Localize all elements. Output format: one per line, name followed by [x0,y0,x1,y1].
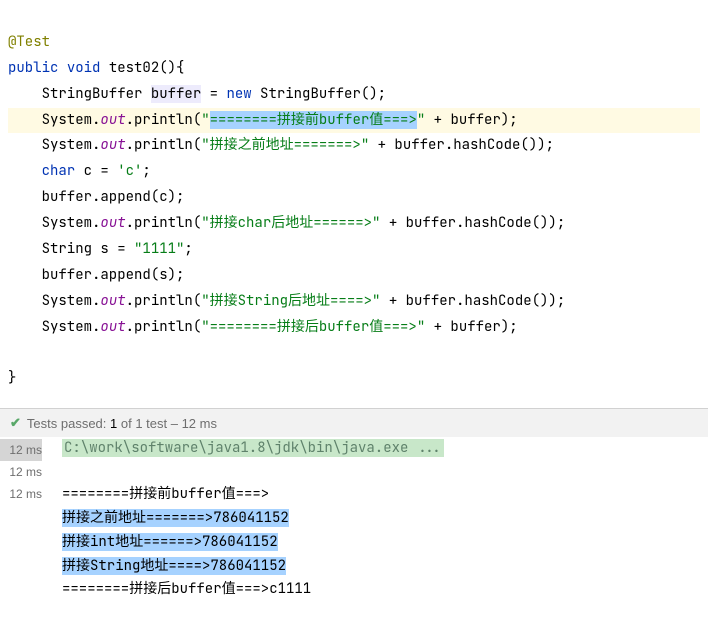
sys: System. [42,111,101,129]
out-field: out [100,292,125,310]
append-call: buffer.append(s); [42,266,185,284]
println: .println( [126,111,202,129]
tests-passed-label: Tests passed: [27,416,107,431]
output-line: ========拼接前buffer值===> [62,483,708,507]
string-lit: "1111" [134,240,184,258]
highlighted-line: System.out.println("========拼接前buffer值==… [8,108,700,134]
semi: ; [142,162,150,180]
sys: System. [42,136,101,154]
test-results-panel: ✔ Tests passed: 1 of 1 test – 12 ms 12 m… [0,408,708,602]
string-lit: "========拼接后buffer值===>" [201,318,425,336]
output-line: ========拼接后buffer值===>c1111 [62,578,708,602]
output-line-selected: 拼接int地址======>786041152 [62,533,278,551]
close-brace: } [8,369,16,387]
semi: ; [184,240,192,258]
string-decl: String s = [42,240,134,258]
string-selected: ========拼接前buffer值===> [210,111,417,129]
time-entry[interactable]: 12 ms [0,483,42,505]
sys: System. [42,214,101,232]
tail: + buffer.hashCode()); [380,214,565,232]
tail: + buffer); [425,111,517,129]
sys: System. [42,292,101,310]
method-name: test02 [109,59,159,77]
tail: + buffer.hashCode()); [369,136,554,154]
command-line: C:\work\software\java1.8\jdk\bin\java.ex… [62,439,444,457]
eq: = [201,85,226,103]
tail: + buffer.hashCode()); [380,292,565,310]
tail: + buffer); [425,318,517,336]
out-field: out [100,111,125,129]
tests-of-text: of 1 test – 12 ms [117,416,217,431]
tests-status-bar: ✔ Tests passed: 1 of 1 test – 12 ms [0,409,708,437]
string-lit: "拼接之前地址=======>" [201,136,369,154]
string-quote: " [201,111,209,129]
time-entry[interactable]: 12 ms [0,439,42,461]
annotation: @Test [8,33,50,51]
time-entry[interactable]: 12 ms [0,461,42,483]
var-buffer: buffer [151,85,201,103]
out-field: out [100,318,125,336]
println: .println( [126,136,202,154]
println: .println( [126,292,202,310]
keyword-new: new [226,85,251,103]
out-field: out [100,214,125,232]
out-field: out [100,136,125,154]
println: .println( [126,214,202,232]
char-literal: 'c' [117,162,142,180]
time-column: 12 ms 12 ms 12 ms [0,437,50,602]
output-line-selected: 拼接之前地址=======>786041152 [62,509,289,527]
char-decl: c = [75,162,117,180]
ctor: StringBuffer(); [252,85,386,103]
keyword-public: public [8,59,58,77]
string-lit: "拼接char后地址======>" [201,214,380,232]
sys: System. [42,318,101,336]
check-icon: ✔ [10,415,21,431]
keyword-char: char [42,162,76,180]
code-editor[interactable]: @Test public void test02(){ StringBuffer… [0,0,708,396]
output-line-selected: 拼接String地址====>786041152 [62,557,286,575]
console-output[interactable]: C:\work\software\java1.8\jdk\bin\java.ex… [50,437,708,602]
append-call: buffer.append(c); [42,188,185,206]
string-lit: "拼接String后地址====>" [201,292,380,310]
println: .println( [126,318,202,336]
type-stringbuffer: StringBuffer [42,85,143,103]
sig-tail: (){ [159,59,184,77]
string-quote2: " [417,111,425,129]
keyword-void: void [67,59,101,77]
